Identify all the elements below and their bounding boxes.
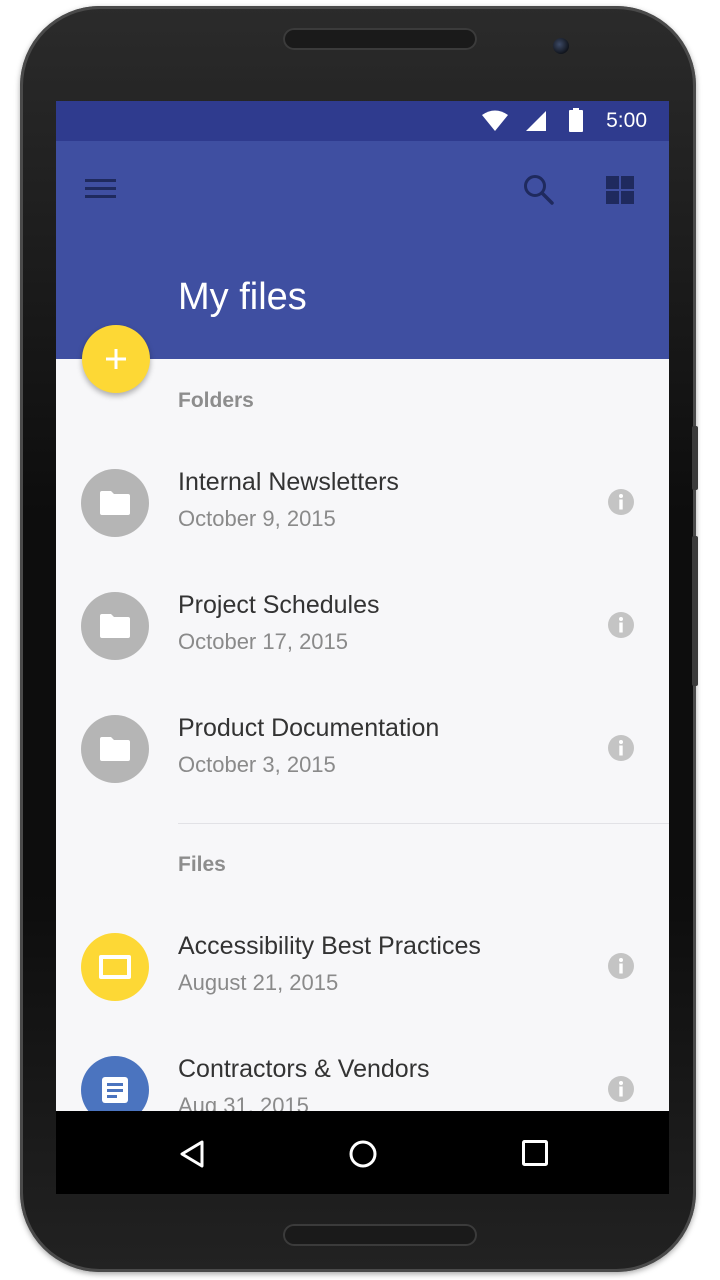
screen: 5:00 My files Folders Internal Newslette… [56,101,669,1194]
search-button[interactable] [522,173,556,207]
navigation-bar [56,1111,669,1194]
folder-avatar [81,715,149,783]
file-name: Accessibility Best Practices [178,932,481,960]
folder-date: October 9, 2015 [178,506,336,531]
info-icon[interactable] [607,734,635,762]
cell-signal-icon [526,111,546,131]
add-fab-button[interactable] [82,325,150,393]
info-icon[interactable] [607,1075,635,1103]
folder-list-item[interactable]: Internal Newsletters October 9, 2015 [56,468,669,578]
top-speaker [283,28,477,50]
folder-avatar [81,469,149,537]
info-icon[interactable] [607,611,635,639]
home-icon[interactable] [348,1139,378,1169]
file-date: August 21, 2015 [178,970,339,995]
file-avatar [81,933,149,1001]
section-label-folders: Folders [178,389,254,412]
menu-icon [85,179,116,198]
folder-avatar [81,592,149,660]
folder-list-item[interactable]: Product Documentation October 3, 2015 [56,714,669,824]
front-camera [553,38,569,54]
grid-view-icon [606,176,634,204]
wifi-icon [482,110,508,131]
battery-icon [569,108,583,132]
document-icon [102,1077,128,1103]
info-icon[interactable] [607,488,635,516]
power-button [692,536,698,686]
folder-name: Internal Newsletters [178,468,399,496]
folder-icon [100,614,130,638]
folder-icon [100,737,130,761]
volume-button [692,426,698,490]
folder-date: October 17, 2015 [178,629,349,654]
back-icon[interactable] [178,1139,206,1169]
info-icon[interactable] [607,952,635,980]
status-bar: 5:00 [56,101,669,141]
search-icon [524,175,554,205]
menu-button[interactable] [84,177,122,207]
folder-name: Project Schedules [178,591,380,619]
bottom-speaker [283,1224,477,1246]
folder-date: October 3, 2015 [178,752,336,777]
folder-icon [100,491,130,515]
file-list-item[interactable]: Accessibility Best Practices August 21, … [56,932,669,1042]
status-time: 5:00 [606,109,647,132]
view-toggle-button[interactable] [604,174,636,206]
slides-icon [99,955,131,979]
recents-icon[interactable] [521,1139,549,1167]
section-divider [178,823,669,824]
page-title: My files [178,276,307,318]
app-bar: My files [56,141,669,359]
add-icon [106,349,126,369]
folder-name: Product Documentation [178,714,440,742]
folder-list-item[interactable]: Project Schedules October 17, 2015 [56,591,669,701]
file-name: Contractors & Vendors [178,1055,430,1083]
section-label-files: Files [178,853,226,876]
